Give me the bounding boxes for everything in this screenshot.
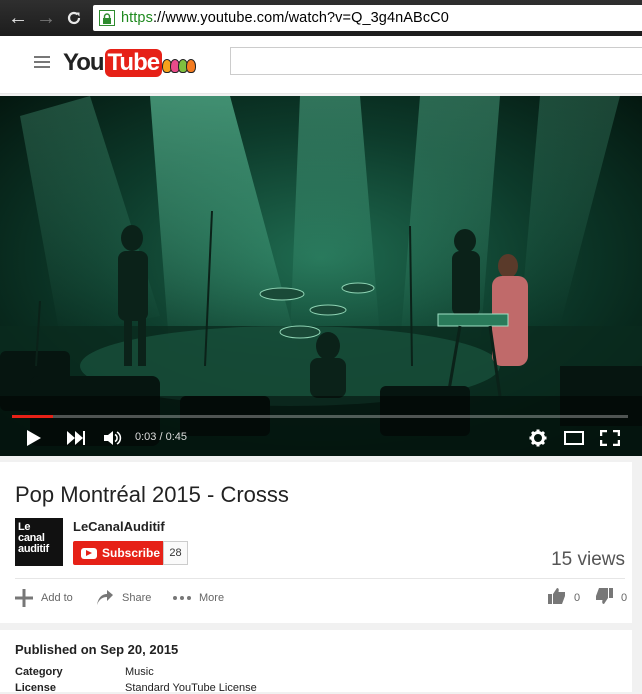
next-icon[interactable] <box>64 422 88 454</box>
thumbs-down-icon <box>595 588 613 607</box>
dislike-count: 0 <box>621 591 628 604</box>
more-dots-icon <box>173 596 191 600</box>
license-label: License <box>15 682 56 694</box>
video-title: Pop Montréal 2015 - Crosss <box>15 482 289 507</box>
subscribe-button[interactable]: Subscribe <box>73 541 163 565</box>
progress-fill <box>12 415 54 418</box>
plus-icon <box>15 589 33 607</box>
search-input[interactable] <box>230 47 642 75</box>
like-button[interactable]: 0 <box>548 588 580 607</box>
volume-icon[interactable] <box>102 422 124 454</box>
category-value[interactable]: Music <box>125 666 154 678</box>
forward-icon[interactable]: → <box>32 4 60 32</box>
view-count: 15 views <box>551 549 625 570</box>
youtube-logo[interactable]: You Tube <box>63 48 197 78</box>
video-player[interactable] <box>0 96 642 456</box>
share-label: Share <box>122 592 152 604</box>
divider <box>15 578 625 579</box>
subscribe-label: Subscribe <box>102 546 161 560</box>
channel-name[interactable]: LeCanalAuditif <box>73 519 165 534</box>
share-button[interactable]: Share <box>96 588 151 608</box>
like-count: 0 <box>574 591 581 604</box>
play-icon[interactable] <box>22 422 46 454</box>
back-icon[interactable]: ← <box>4 4 32 32</box>
dislike-button[interactable]: 0 <box>595 588 627 607</box>
video-details: Published on Sep 20, 2015 Category Music… <box>0 630 632 694</box>
url-text: https://www.youtube.com/watch?v=Q_3g4nAB… <box>121 10 449 26</box>
reload-icon[interactable] <box>60 4 88 32</box>
avatar-line-3: auditif <box>18 543 49 555</box>
license-value: Standard YouTube License <box>125 682 257 694</box>
thumbs-up-icon <box>548 588 566 607</box>
settings-gear-icon[interactable] <box>527 422 549 454</box>
channel-avatar[interactable]: Le canal auditif <box>15 518 63 566</box>
add-to-button[interactable]: Add to <box>15 588 73 608</box>
publish-date: Published on Sep 20, 2015 <box>15 642 179 657</box>
guide-menu-icon[interactable] <box>34 56 50 70</box>
browser-toolbar: ← → https://www.youtube.com/watch?v=Q_3g… <box>0 0 642 36</box>
lock-icon <box>99 10 115 26</box>
more-label: More <box>199 592 225 604</box>
add-to-label: Add to <box>41 592 73 604</box>
more-button[interactable]: More <box>173 588 224 608</box>
time-display: 0:03 / 0:45 <box>135 431 187 443</box>
theater-mode-icon[interactable] <box>563 422 585 454</box>
video-frame <box>0 96 642 456</box>
player-controls: 0:03 / 0:45 <box>0 422 642 454</box>
video-info-panel: Pop Montréal 2015 - Crosss Le canal audi… <box>0 462 632 623</box>
fullscreen-icon[interactable] <box>598 422 622 454</box>
share-arrow-icon <box>96 590 114 606</box>
subscriber-count: 28 <box>163 541 188 565</box>
progress-bar[interactable] <box>12 415 628 418</box>
youtube-play-icon <box>81 547 97 559</box>
category-label: Category <box>15 666 63 678</box>
address-bar[interactable]: https://www.youtube.com/watch?v=Q_3g4nAB… <box>93 5 642 31</box>
doodle-faces-icon <box>162 59 197 73</box>
